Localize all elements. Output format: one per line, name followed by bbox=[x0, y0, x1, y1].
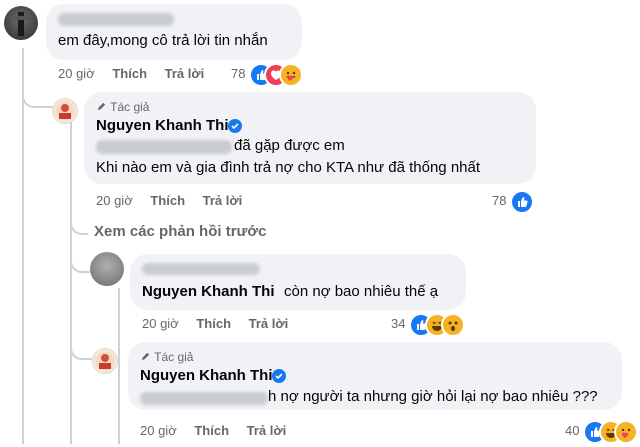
thread-line-branch-3 bbox=[70, 215, 88, 235]
reaction-count[interactable]: 40 bbox=[565, 423, 579, 438]
reply-bubble: Tác giả Nguyen Khanh Thi h nợ người ta n… bbox=[128, 342, 622, 410]
pen-icon bbox=[141, 352, 150, 361]
reply-meta: 20 giờ Thích Trả lời bbox=[96, 193, 242, 208]
timestamp[interactable]: 20 giờ bbox=[58, 66, 95, 81]
wow-icon bbox=[441, 313, 465, 337]
reaction-count[interactable]: 34 bbox=[391, 316, 405, 331]
verified-icon bbox=[272, 369, 286, 383]
reply-text-line-1: đã gặp được em bbox=[234, 137, 345, 154]
avatar[interactable] bbox=[90, 252, 124, 286]
reply-bubble: Nguyen Khanh Thi còn nợ bao nhiêu thế ạ bbox=[130, 254, 466, 310]
reply-text: h nợ người ta nhưng giờ hỏi lại nợ bao n… bbox=[268, 388, 598, 405]
thread-line-main bbox=[22, 48, 24, 444]
reply-button[interactable]: Trả lời bbox=[165, 66, 205, 81]
mention-link[interactable]: Nguyen Khanh Thi bbox=[142, 283, 275, 300]
thread-line-branch-6 bbox=[70, 344, 92, 360]
reply-meta: 20 giờ Thích Trả lời bbox=[140, 423, 286, 438]
reply-meta: 20 giờ Thích Trả lời bbox=[142, 316, 288, 331]
like-icon bbox=[510, 190, 534, 214]
reply-button[interactable]: Trả lời bbox=[203, 193, 243, 208]
thread-line-branch-1 bbox=[22, 90, 54, 108]
reaction-count[interactable]: 78 bbox=[231, 66, 245, 81]
pen-icon bbox=[97, 102, 106, 111]
thread-line-branch-4 bbox=[70, 255, 90, 273]
timestamp[interactable]: 20 giờ bbox=[96, 193, 133, 208]
thread-line-branch-5 bbox=[118, 288, 120, 444]
reply-text: còn nợ bao nhiêu thế ạ bbox=[284, 283, 439, 300]
blurred-mention bbox=[96, 140, 232, 154]
author-tag: Tác giả bbox=[140, 350, 193, 364]
author-avatar[interactable] bbox=[92, 348, 118, 374]
comment-meta: 20 giờ Thích Trả lời bbox=[58, 66, 204, 81]
author-name[interactable]: Nguyen Khanh Thi bbox=[140, 367, 273, 384]
blurred-author-name bbox=[142, 263, 260, 275]
timestamp[interactable]: 20 giờ bbox=[142, 316, 179, 331]
verified-icon bbox=[228, 119, 242, 133]
reply-button[interactable]: Trả lời bbox=[249, 316, 289, 331]
reply-bubble: Tác giả Nguyen Khanh Thi đã gặp được em … bbox=[84, 92, 536, 184]
like-button[interactable]: Thích bbox=[194, 423, 229, 438]
comment-text: em đây,mong cô trả lời tin nhắn bbox=[58, 32, 268, 49]
blurred-mention bbox=[140, 392, 268, 405]
like-button[interactable]: Thích bbox=[150, 193, 185, 208]
avatar[interactable] bbox=[4, 6, 38, 40]
author-name[interactable]: Nguyen Khanh Thi bbox=[96, 117, 229, 134]
like-button[interactable]: Thích bbox=[112, 66, 147, 81]
like-button[interactable]: Thích bbox=[196, 316, 231, 331]
reply-text-line-2: Khi nào em và gia đình trả nợ cho KTA nh… bbox=[96, 159, 481, 176]
author-tag-label: Tác giả bbox=[110, 100, 150, 114]
author-tag-label: Tác giả bbox=[154, 350, 194, 364]
blurred-author-name bbox=[58, 13, 174, 26]
view-previous-replies[interactable]: Xem các phản hồi trước bbox=[94, 223, 266, 240]
timestamp[interactable]: 20 giờ bbox=[140, 423, 177, 438]
thread-line-branch-2 bbox=[70, 122, 72, 444]
comment-bubble: em đây,mong cô trả lời tin nhắn bbox=[46, 4, 302, 60]
reaction-count[interactable]: 78 bbox=[492, 193, 506, 208]
reply-button[interactable]: Trả lời bbox=[247, 423, 287, 438]
care-icon bbox=[279, 63, 303, 87]
care-icon bbox=[614, 420, 638, 444]
author-avatar[interactable] bbox=[52, 98, 78, 124]
author-tag: Tác giả bbox=[96, 100, 149, 114]
